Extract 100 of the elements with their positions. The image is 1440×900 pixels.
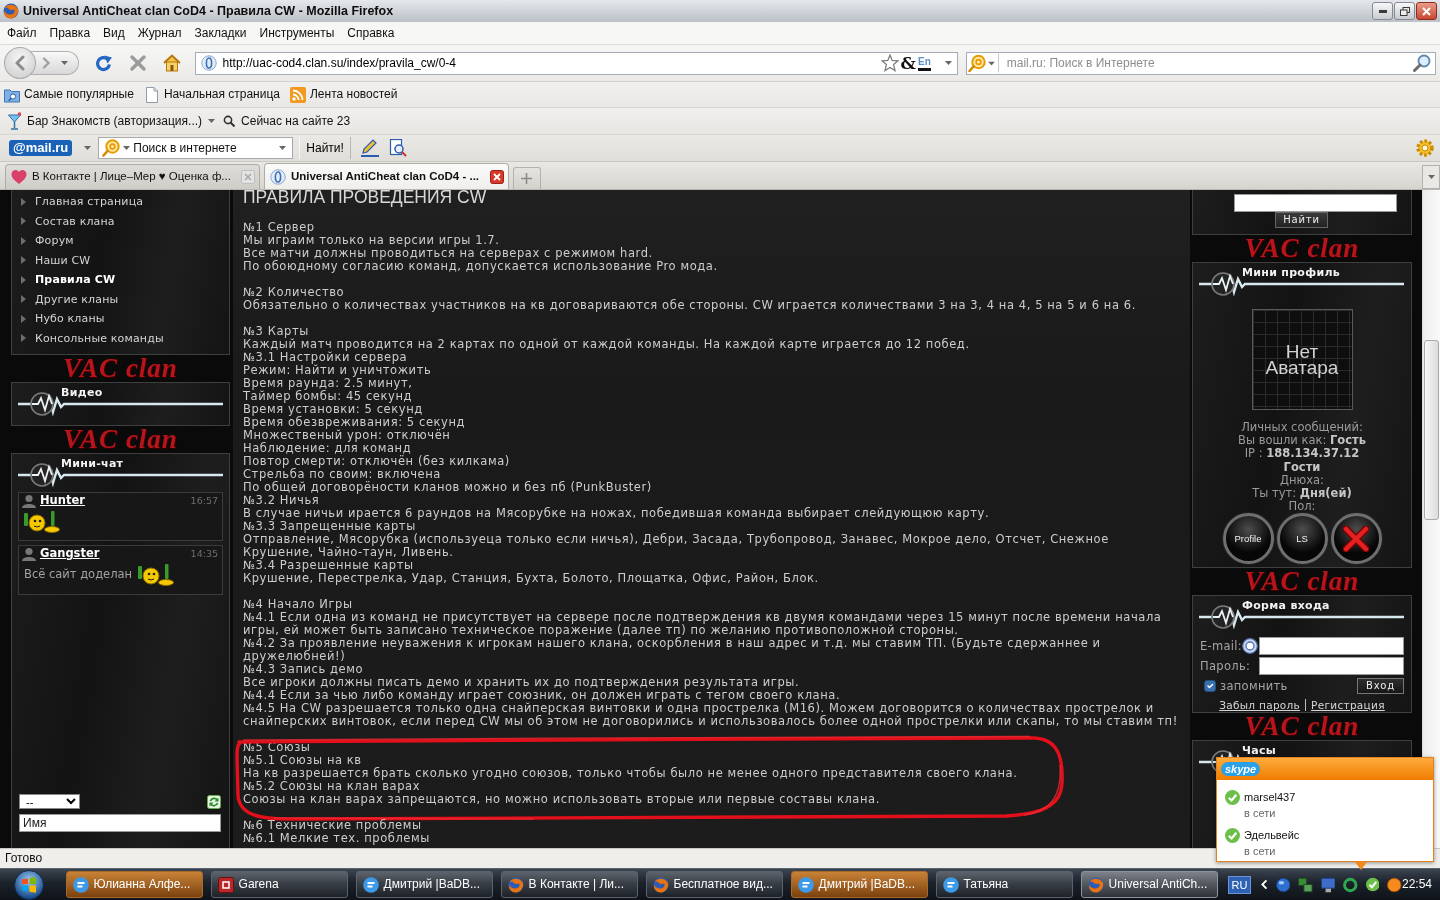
- nav-link[interactable]: Форум: [12, 231, 74, 251]
- monitor-icon[interactable]: [1320, 876, 1336, 893]
- reload-icon[interactable]: [94, 54, 113, 72]
- service-logo[interactable]: @mail.ru: [9, 140, 73, 156]
- caret-icon[interactable]: [84, 146, 92, 150]
- search-button[interactable]: Найти: [1275, 212, 1328, 228]
- bookmark-item[interactable]: Начальная страница: [143, 86, 280, 103]
- message-time: 14:35: [190, 548, 218, 560]
- search-combo[interactable]: Поиск в интернете: [98, 137, 294, 159]
- name-field[interactable]: Имя: [19, 814, 221, 832]
- pencil-icon[interactable]: [360, 139, 379, 157]
- nav-link[interactable]: Наши CW: [12, 250, 91, 270]
- chevron-icon[interactable]: [1261, 879, 1268, 890]
- gear-icon[interactable]: [1416, 139, 1434, 157]
- taskbar-button[interactable]: Татьяна: [935, 871, 1073, 898]
- taskbar-button[interactable]: Garena: [210, 871, 348, 898]
- star-icon[interactable]: [880, 54, 899, 72]
- toolbar-menu[interactable]: Бар Знакомств (авторизация...): [8, 112, 216, 130]
- restore-button[interactable]: [1394, 2, 1415, 20]
- ball-icon[interactable]: [1387, 876, 1402, 893]
- close-button[interactable]: [1416, 2, 1437, 20]
- profile-text: Пол:: [1288, 500, 1316, 514]
- rule-text: Наблюдение: для команд: [243, 441, 412, 455]
- panel-title: Мини профиль: [1242, 266, 1341, 279]
- bookmark-item[interactable]: Самые популярные: [4, 86, 134, 103]
- feed-icon: [290, 86, 306, 103]
- email-field[interactable]: [1259, 637, 1404, 656]
- app-logo: skype: [1221, 762, 1261, 776]
- menu-item[interactable]: Вид: [103, 25, 125, 41]
- caret-icon[interactable]: [944, 61, 952, 65]
- bookmark-item[interactable]: Лента новостей: [290, 86, 398, 103]
- menu-item[interactable]: Правка: [49, 25, 91, 41]
- minimize-button[interactable]: [1372, 2, 1393, 20]
- menu-item[interactable]: Инструменты: [259, 25, 335, 41]
- sphere-icon[interactable]: [1275, 876, 1291, 893]
- nav-link[interactable]: Другие кланы: [12, 289, 119, 309]
- window-title: Universal AntiCheat clan CoD4 - Правила CW - Mozilla Firefox: [23, 3, 394, 19]
- round-button[interactable]: LS: [1276, 513, 1328, 565]
- ring-icon[interactable]: [1343, 876, 1358, 893]
- nav-link[interactable]: Правила CW: [12, 270, 116, 290]
- site-identity-icon[interactable]: [200, 55, 217, 71]
- taskbar-button[interactable]: Бесплатное вид...: [645, 871, 783, 898]
- taskbar-button[interactable]: Universal AntiCh...: [1080, 871, 1218, 898]
- rule-text: По общей договорёности кланов можно и без пб (PunkBuster): [243, 480, 652, 494]
- nav-link[interactable]: Нубо кланы: [12, 309, 105, 329]
- round-button[interactable]: Profile: [1222, 513, 1274, 565]
- find-button[interactable]: Найти!: [299, 137, 351, 159]
- addon-glyph[interactable]: &: [900, 54, 916, 72]
- menu-item[interactable]: Файл: [7, 25, 37, 41]
- username-link[interactable]: Hunter: [40, 494, 85, 508]
- browser-tab[interactable]: В Контакте | Лице–Мер ♥ Оценка ф...: [5, 164, 260, 189]
- menu-item[interactable]: Закладки: [194, 25, 247, 41]
- cocktail-glass-icon: [8, 112, 21, 130]
- taskbar-button[interactable]: Дмитрий |BaDB...: [790, 871, 928, 898]
- search-icon[interactable]: [1413, 54, 1431, 72]
- browser-tab[interactable]: Universal AntiCheat clan CoD4 - ...: [263, 163, 509, 189]
- menu-item[interactable]: Справка: [347, 25, 395, 41]
- rule-text: №4.4 Если за чью либо команду играет союзник, он должен играть с тегом своего клана.: [243, 688, 841, 702]
- tab-list-button[interactable]: [1422, 165, 1440, 189]
- menu-item[interactable]: Журнал: [137, 25, 182, 41]
- search-field[interactable]: [1234, 194, 1397, 212]
- taskbar-button[interactable]: Юлианна Алфе...: [65, 871, 203, 898]
- contact-status: в сети: [1244, 844, 1276, 859]
- rule-text: Таймер бомбы: 45 секунд: [243, 389, 412, 403]
- taskbar-button[interactable]: В Контакте | Ли...: [500, 871, 638, 898]
- close-button[interactable]: [1330, 513, 1382, 565]
- rule-text: №3 Карты: [243, 324, 309, 338]
- password-field[interactable]: [1259, 657, 1404, 676]
- monitors-icon[interactable]: [1298, 876, 1313, 893]
- minimize-icon: [1378, 9, 1387, 13]
- language-indicator[interactable]: RU: [1227, 875, 1252, 894]
- scrollbar-thumb[interactable]: [1424, 340, 1439, 520]
- back-button[interactable]: [4, 47, 36, 79]
- refresh-icon[interactable]: [207, 794, 221, 809]
- flag-orb-icon: [14, 869, 44, 900]
- pointer-icon: [1355, 862, 1367, 870]
- taskbar-button[interactable]: Дмитрий |BaDB...: [355, 871, 493, 898]
- toolbar-item[interactable]: Сейчас на сайте 23: [223, 113, 351, 129]
- page-magnifier-icon[interactable]: [388, 139, 407, 157]
- new-tab-button[interactable]: [512, 167, 541, 189]
- search-icon: [223, 115, 236, 127]
- nav-link[interactable]: Состав клана: [12, 211, 115, 231]
- remember-checkbox[interactable]: [1204, 680, 1216, 693]
- globe-icon: [507, 876, 524, 893]
- filter-select[interactable]: --: [19, 794, 80, 809]
- plus-icon: [521, 173, 533, 184]
- close-icon[interactable]: [489, 169, 504, 184]
- rule-text: №4 Начало Игры: [243, 597, 353, 611]
- nav-link[interactable]: Главная страница: [12, 192, 144, 212]
- status-check-icon[interactable]: [1365, 877, 1380, 892]
- username-link[interactable]: Gangster: [40, 547, 100, 561]
- text-link[interactable]: Забыл пароль: [1219, 698, 1301, 712]
- text-link[interactable]: Регистрация: [1311, 698, 1385, 712]
- nav-link[interactable]: Консольные команды: [12, 328, 164, 348]
- login-button[interactable]: Вход: [1357, 678, 1404, 695]
- caret-icon[interactable]: [987, 61, 995, 65]
- rule-text: Режим: Найти и уничтожить: [243, 363, 432, 377]
- search-field[interactable]: mail.ru: Поиск в Интернете: [965, 51, 1436, 75]
- home-icon[interactable]: [162, 54, 181, 72]
- ring-magnifier-icon[interactable]: [967, 54, 986, 72]
